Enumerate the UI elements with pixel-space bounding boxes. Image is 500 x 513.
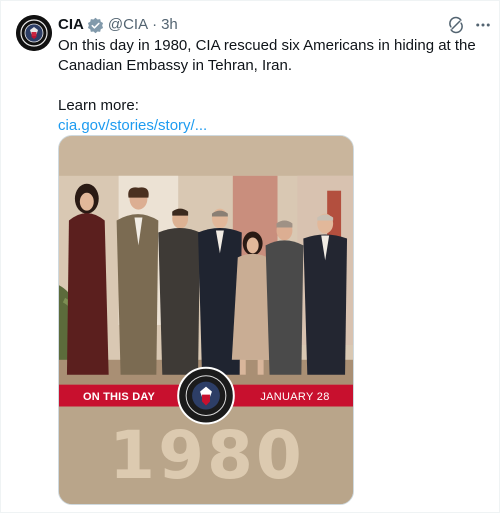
tweet-text-main: On this day in 1980, CIA rescued six Ame… bbox=[58, 37, 476, 74]
author-name[interactable]: CIA bbox=[58, 15, 84, 35]
learn-more-label: Learn more: bbox=[58, 97, 139, 114]
tweet-card[interactable]: CIA @CIA · 3h On this day in 1980, CIA r… bbox=[0, 0, 500, 513]
date-label: JANUARY 28 bbox=[260, 391, 330, 403]
verified-badge-icon bbox=[87, 17, 104, 34]
tweet-text: On this day in 1980, CIA rescued six Ame… bbox=[58, 36, 498, 136]
grok-icon[interactable] bbox=[447, 16, 465, 34]
author-handle[interactable]: @CIA bbox=[108, 15, 148, 35]
year-label: 1980 bbox=[109, 417, 305, 494]
story-link[interactable]: cia.gov/stories/story/... bbox=[58, 117, 207, 134]
post-time[interactable]: 3h bbox=[161, 15, 178, 35]
on-this-day-label: ON THIS DAY bbox=[82, 391, 156, 403]
separator-dot: · bbox=[152, 16, 158, 33]
tweet-header: CIA @CIA · 3h bbox=[58, 15, 178, 35]
more-options-icon[interactable] bbox=[473, 16, 493, 34]
tweet-media-image[interactable]: ON THIS DAY JANUARY 28 1980 bbox=[58, 135, 354, 505]
cia-seal-avatar-icon[interactable] bbox=[16, 15, 52, 51]
